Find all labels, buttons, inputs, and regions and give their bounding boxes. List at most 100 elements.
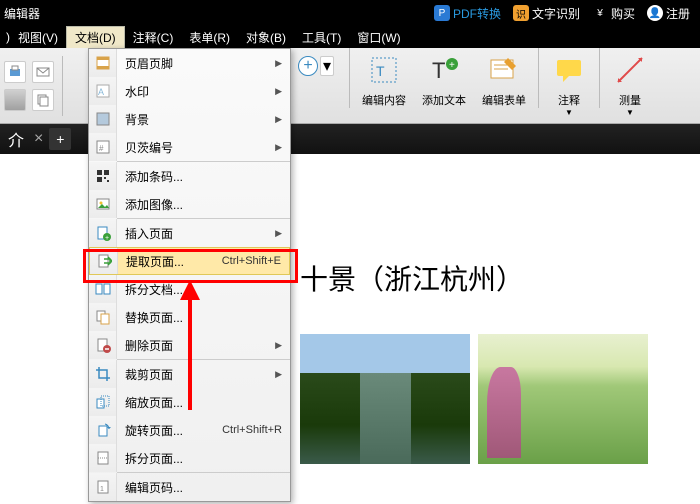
hf-icon xyxy=(95,55,111,71)
menu-window[interactable]: 窗口(W) xyxy=(349,27,408,48)
tool-measure-label: 测量 xyxy=(619,92,641,108)
pdf-convert-icon: P xyxy=(434,5,450,21)
menu-tool[interactable]: 工具(T) xyxy=(294,27,349,48)
tool-measure[interactable]: 测量 ▼ xyxy=(604,48,656,124)
document-menu-dropdown: 页眉页脚▶A水印▶背景▶#贝茨编号▶添加条码...添加图像...+插入页面▶提取… xyxy=(88,48,291,502)
zoom-in-icon[interactable]: + xyxy=(298,56,318,76)
svg-text:1: 1 xyxy=(100,486,104,493)
submenu-arrow-icon: ▶ xyxy=(275,340,290,351)
document-title: 十景（浙江杭州） xyxy=(300,258,524,298)
menu-item-bn[interactable]: # 贝茨编号▶ xyxy=(89,133,290,161)
app-title-fragment: 编辑器 xyxy=(4,5,40,22)
menu-item-spl[interactable]: 拆分文档... xyxy=(89,275,290,303)
submenu-arrow-icon: ▶ xyxy=(275,86,290,97)
menu-item-scl[interactable]: 缩放页面... xyxy=(89,388,290,416)
menu-item-bg[interactable]: 背景▶ xyxy=(89,105,290,133)
menu-item-label: 裁剪页面 xyxy=(117,366,275,383)
menu-item-hf[interactable]: 页眉页脚▶ xyxy=(89,49,290,77)
menu-item-ext[interactable]: 提取页面...Ctrl+Shift+E xyxy=(89,247,290,275)
menu-item-img[interactable]: 添加图像... xyxy=(89,190,290,218)
purchase-icon: ¥ xyxy=(592,5,608,21)
menu-item-div[interactable]: 拆分页面... xyxy=(89,444,290,472)
ocr-label: 文字识别 xyxy=(532,5,580,22)
menu-item-label: 拆分页面... xyxy=(117,450,290,467)
menu-item-rep[interactable]: 替换页面... xyxy=(89,303,290,331)
menu-item-label: 替换页面... xyxy=(117,309,290,326)
img-icon xyxy=(95,196,111,212)
pdf-convert-button[interactable]: P PDF转换 xyxy=(428,5,507,22)
tool-edit-form-label: 编辑表单 xyxy=(482,92,526,108)
tool-add-text[interactable]: T+ 添加文本 xyxy=(414,48,474,124)
menu-item-shortcut: Ctrl+Shift+R xyxy=(222,424,290,436)
menu-item-label: 添加条码... xyxy=(117,168,290,185)
menu-item-pn[interactable]: 1 编辑页码... xyxy=(89,473,290,501)
menu-document[interactable]: 文档(D) xyxy=(66,26,125,48)
del-icon xyxy=(95,337,111,353)
tab-close-icon[interactable]: × xyxy=(28,130,49,148)
ribbon-scan-icon[interactable] xyxy=(4,89,26,111)
menu-item-label: 背景 xyxy=(117,111,275,128)
register-label: 注册 xyxy=(666,5,690,22)
menu-item-crp[interactable]: 裁剪页面▶ xyxy=(89,360,290,388)
tool-edit-content[interactable]: T 编辑内容 xyxy=(354,48,414,124)
rot-icon xyxy=(95,422,111,438)
submenu-arrow-icon: ▶ xyxy=(275,228,290,239)
ocr-icon: 识 xyxy=(513,5,529,21)
menu-item-label: 页眉页脚 xyxy=(117,55,275,72)
user-icon: 👤 xyxy=(647,5,663,21)
tool-edit-form[interactable]: 编辑表单 xyxy=(474,48,534,124)
svg-text:T: T xyxy=(432,58,445,83)
submenu-arrow-icon: ▶ xyxy=(275,142,290,153)
menu-item-ins[interactable]: +插入页面▶ xyxy=(89,219,290,247)
bn-icon: # xyxy=(95,139,111,155)
tab-intro-fragment[interactable]: 介 xyxy=(4,127,28,151)
ribbon-print-icon[interactable] xyxy=(4,61,26,83)
pdf-convert-label: PDF转换 xyxy=(453,5,501,22)
zoom-dropdown-icon[interactable]: ▾ xyxy=(320,56,334,76)
wm-icon: A xyxy=(95,83,111,99)
rep-icon xyxy=(95,309,111,325)
document-images xyxy=(300,334,648,464)
ext-icon xyxy=(96,253,112,269)
menu-item-label: 编辑页码... xyxy=(117,479,290,496)
menu-form[interactable]: 表单(R) xyxy=(181,27,238,48)
title-bar: 编辑器 P PDF转换 识 文字识别 ¥ 购买 👤 注册 xyxy=(0,0,700,26)
qr-icon xyxy=(95,168,111,184)
menu-item-label: 添加图像... xyxy=(117,196,290,213)
ocr-button[interactable]: 识 文字识别 xyxy=(507,5,586,22)
menu-item-label: 贝茨编号 xyxy=(117,139,275,156)
tool-edit-content-label: 编辑内容 xyxy=(362,92,406,108)
document-image-1 xyxy=(300,334,470,464)
submenu-arrow-icon: ▶ xyxy=(275,369,290,380)
ins-icon: + xyxy=(95,225,111,241)
svg-text:#: # xyxy=(99,144,104,153)
pn-icon: 1 xyxy=(95,479,111,495)
menu-object[interactable]: 对象(B) xyxy=(238,27,294,48)
menu-item-label: 删除页面 xyxy=(117,337,275,354)
submenu-arrow-icon: ▶ xyxy=(275,114,290,125)
menu-item-del[interactable]: 删除页面▶ xyxy=(89,331,290,359)
menu-bar: ) 视图(V) 文档(D) 注释(C) 表单(R) 对象(B) 工具(T) 窗口… xyxy=(0,26,700,48)
menu-item-label: 水印 xyxy=(117,83,275,100)
tool-annotate[interactable]: 注释 ▼ xyxy=(543,48,595,124)
ribbon-mail-icon[interactable] xyxy=(32,61,54,83)
svg-text:+: + xyxy=(105,235,109,241)
menu-item-wm[interactable]: A 水印▶ xyxy=(89,77,290,105)
submenu-arrow-icon: ▶ xyxy=(275,58,290,69)
menu-item-label: 旋转页面... xyxy=(117,422,222,439)
scl-icon xyxy=(95,394,111,410)
tab-new-button[interactable]: + xyxy=(49,128,71,150)
menu-view[interactable]: 视图(V) xyxy=(10,27,66,48)
svg-text:T: T xyxy=(376,63,385,79)
ribbon-copy-icon[interactable] xyxy=(32,89,54,111)
menu-item-rot[interactable]: 旋转页面...Ctrl+Shift+R xyxy=(89,416,290,444)
menu-item-label: 缩放页面... xyxy=(117,394,290,411)
document-image-2 xyxy=(478,334,648,464)
menu-comment[interactable]: 注释(C) xyxy=(125,27,182,48)
annotate-icon xyxy=(551,52,587,88)
purchase-button[interactable]: ¥ 购买 xyxy=(586,5,641,22)
menu-item-label: 拆分文档... xyxy=(117,281,290,298)
spl-icon xyxy=(95,281,111,297)
register-button[interactable]: 👤 注册 xyxy=(641,5,696,22)
menu-item-qr[interactable]: 添加条码... xyxy=(89,162,290,190)
